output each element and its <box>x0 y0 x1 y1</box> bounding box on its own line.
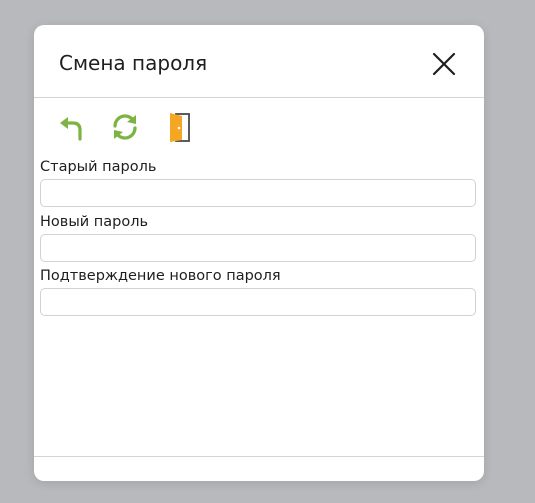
confirm-password-input[interactable] <box>40 288 476 316</box>
old-password-label: Старый пароль <box>40 159 157 175</box>
old-password-input[interactable] <box>40 179 476 207</box>
refresh-icon <box>113 114 137 140</box>
change-password-dialog: Смена пароля Старый пароль Новый пароль … <box>34 25 484 481</box>
toolbar <box>52 109 252 145</box>
close-icon <box>432 52 456 76</box>
undo-button[interactable] <box>52 109 88 145</box>
dialog-footer <box>34 456 484 481</box>
exit-button[interactable] <box>162 109 198 145</box>
new-password-input[interactable] <box>40 234 476 262</box>
close-button[interactable] <box>430 50 458 78</box>
new-password-label: Новый пароль <box>40 214 149 230</box>
exit-door-icon <box>170 113 190 142</box>
undo-arrow-icon <box>60 117 82 141</box>
refresh-button[interactable] <box>107 109 143 145</box>
dialog-header: Смена пароля <box>34 25 484 98</box>
dialog-title: Смена пароля <box>59 51 208 75</box>
confirm-password-label: Подтверждение нового пароля <box>40 268 281 284</box>
